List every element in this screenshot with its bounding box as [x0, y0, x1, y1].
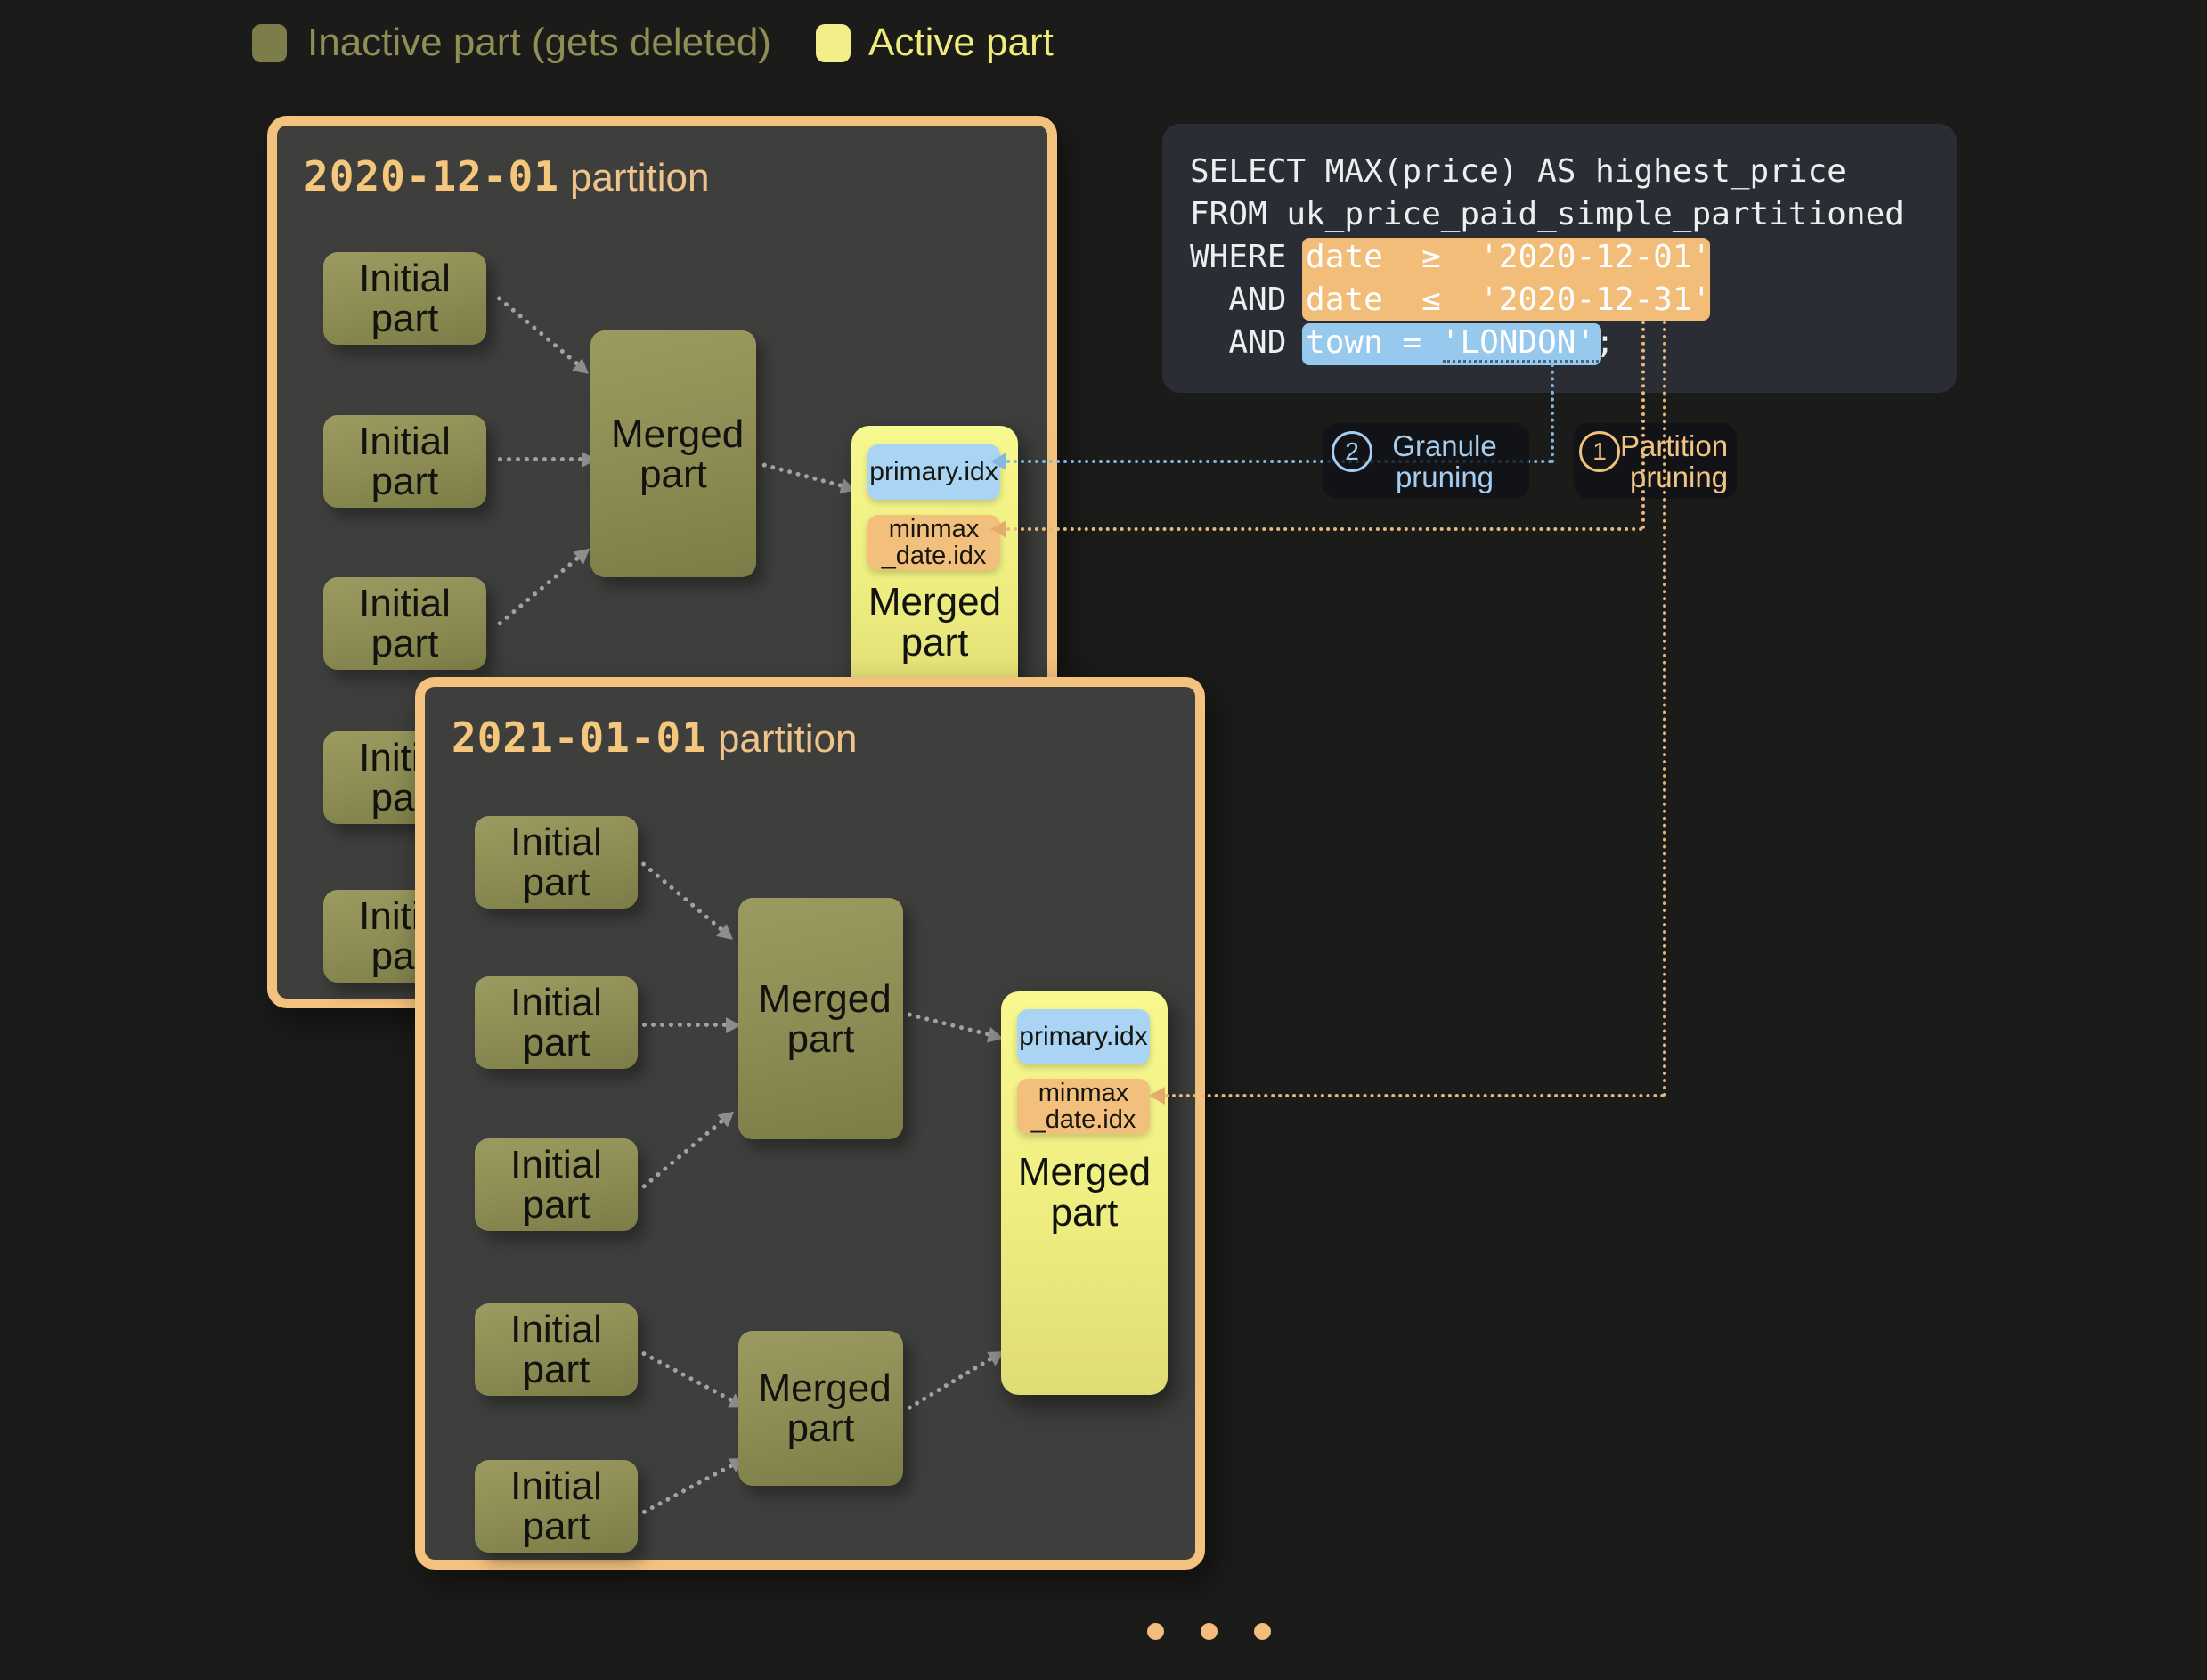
london-dotted-underline [1443, 360, 1599, 363]
merge-arrow [641, 1463, 734, 1514]
partition-title-suffix: partition [718, 717, 858, 761]
initial-part: Initial part [323, 577, 486, 670]
sql-query-card: SELECT MAX(price) AS highest_price FROM … [1162, 124, 1957, 393]
sql-line-3: WHERE date ≥ '2020-12-01' [1190, 236, 1711, 279]
orange-arrowhead-1 [990, 520, 1006, 538]
partition-date: 2021-01-01 [452, 714, 707, 762]
sql-line-4: AND date ≤ '2020-12-31' [1190, 279, 1711, 322]
blue-connector-vertical [1551, 363, 1554, 463]
initial-part: Initial part [475, 1303, 638, 1396]
partition-box-2021-01-01: 2021-01-01partition Initial part Initial… [415, 677, 1205, 1570]
merge-arrow [640, 860, 724, 932]
minmax-date-idx-chip: minmax _date.idx [1017, 1079, 1150, 1134]
carousel-dot-2[interactable] [1201, 1623, 1218, 1640]
active-merged-label: Merged part [851, 582, 1018, 664]
partition-title: 2020-12-01partition [304, 152, 710, 200]
orange-arrowhead-2 [1149, 1087, 1165, 1105]
active-merged-part: primary.idx minmax _date.idx Merged part [1001, 991, 1168, 1395]
sql-line-2: FROM uk_price_paid_simple_partitioned [1190, 193, 1904, 236]
sql-line-5: AND town = 'LONDON'; [1190, 322, 1615, 364]
merged-part: Merged part [738, 898, 903, 1139]
merged-part: Merged part [738, 1331, 903, 1486]
merge-arrow [641, 1119, 725, 1190]
partition-pruning-label: 1 Partition pruning [1574, 423, 1737, 499]
initial-part: Initial part [475, 816, 638, 909]
sql-line-1: SELECT MAX(price) AS highest_price [1190, 151, 1846, 193]
merge-arrow [761, 462, 843, 488]
primary-idx-chip: primary.idx [1017, 1009, 1150, 1064]
diagram-canvas: Inactive part (gets deleted) Active part… [0, 0, 2207, 1680]
merge-arrow [907, 1012, 989, 1037]
minmax-date-idx-chip: minmax _date.idx [867, 515, 1000, 570]
merge-arrow [497, 556, 581, 627]
merge-arrow [642, 1023, 727, 1027]
merged-part: Merged part [590, 330, 756, 577]
step-1-badge: 1 [1579, 431, 1620, 472]
carousel-dot-1[interactable] [1147, 1623, 1164, 1640]
legend-active-label: Active part [868, 22, 1054, 63]
initial-part: Initial part [323, 415, 486, 508]
initial-part: Initial part [475, 976, 638, 1069]
legend-inactive-swatch [252, 24, 287, 62]
merge-arrow [907, 1357, 993, 1411]
orange-connector-horizontal-2 [1165, 1094, 1665, 1097]
initial-part: Initial part [323, 252, 486, 345]
partition-title-suffix: partition [570, 156, 710, 200]
blue-arrowhead [990, 453, 1006, 470]
step-2-badge: 2 [1332, 431, 1372, 472]
orange-connector-horizontal-1 [1006, 527, 1643, 531]
merge-arrow [641, 1350, 734, 1402]
merge-arrow [498, 457, 582, 461]
primary-idx-chip: primary.idx [867, 444, 1000, 500]
partition-date: 2020-12-01 [304, 152, 559, 200]
orange-connector-vertical-2 [1663, 321, 1666, 1097]
partition-title: 2021-01-01partition [452, 714, 858, 762]
active-merged-label: Merged part [1001, 1152, 1168, 1234]
legend-active-swatch [816, 24, 851, 62]
granule-pruning-label: 2 Granule pruning [1323, 423, 1529, 499]
legend-inactive-label: Inactive part (gets deleted) [307, 22, 771, 63]
initial-part: Initial part [475, 1460, 638, 1553]
initial-part: Initial part [475, 1138, 638, 1231]
orange-connector-vertical-1 [1641, 321, 1645, 529]
carousel-dot-3[interactable] [1254, 1623, 1271, 1640]
merge-arrow [496, 295, 580, 366]
